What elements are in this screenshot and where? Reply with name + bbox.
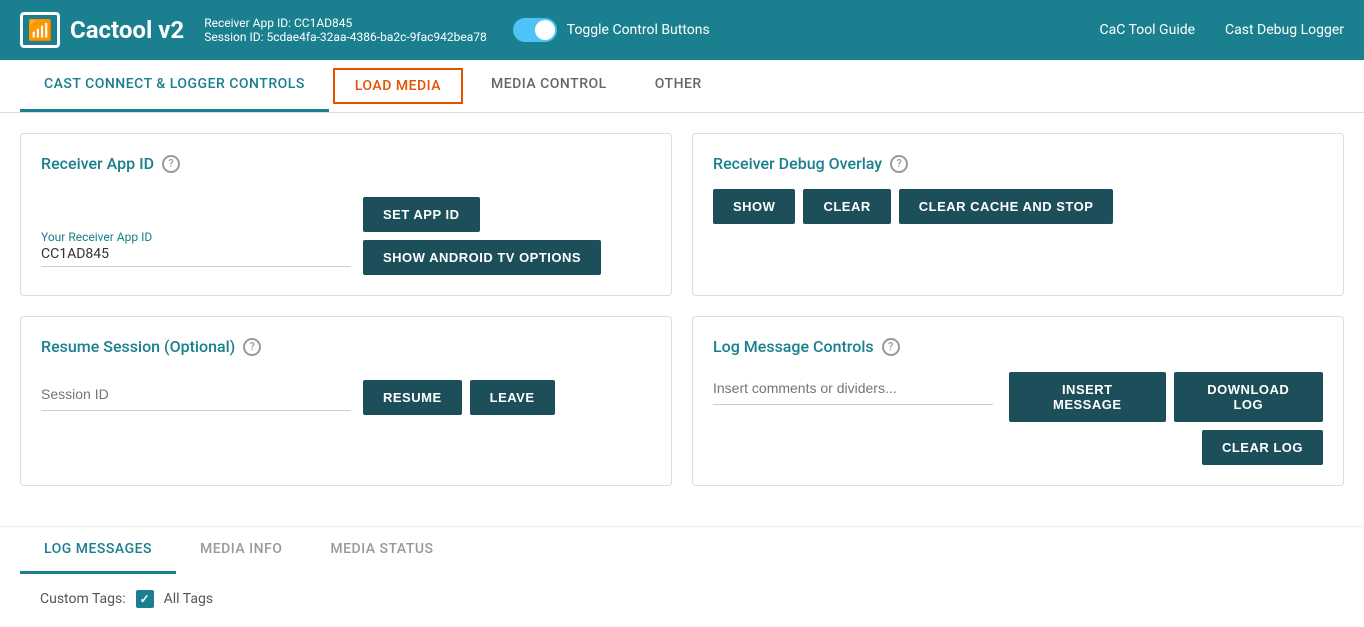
resume-session-title: Resume Session (Optional) ? — [41, 337, 651, 356]
set-app-id-button[interactable]: SET APP ID — [363, 197, 480, 232]
log-buttons-row2: CLEAR LOG — [1202, 430, 1323, 465]
logo-text: Cactool v2 — [70, 16, 184, 44]
app-header: 📶 Cactool v2 Receiver App ID: CC1AD845 S… — [0, 0, 1364, 60]
receiver-app-id-buttons: SET APP ID SHOW ANDROID TV OPTIONS — [363, 197, 651, 275]
leave-button[interactable]: LEAVE — [470, 380, 555, 415]
resume-session-card: Resume Session (Optional) ? RESUME LEAVE — [20, 316, 672, 486]
bottom-tab-media-status[interactable]: MEDIA STATUS — [306, 527, 457, 574]
log-message-input[interactable] — [713, 372, 993, 405]
log-message-controls-title: Log Message Controls ? — [713, 337, 1323, 356]
bottom-section: LOG MESSAGES MEDIA INFO MEDIA STATUS Cus… — [0, 526, 1364, 624]
clear-button[interactable]: CLEAR — [803, 189, 890, 224]
tab-load-media[interactable]: LOAD MEDIA — [333, 68, 463, 104]
resume-session-help-icon[interactable]: ? — [243, 338, 261, 356]
tab-media-control[interactable]: MEDIA CONTROL — [467, 60, 631, 112]
receiver-app-id-title: Receiver App ID ? — [41, 154, 651, 173]
main-content: Receiver App ID ? Your Receiver App ID C… — [0, 113, 1364, 526]
receiver-app-id-input-label: Your Receiver App ID — [41, 230, 351, 244]
log-controls-right: INSERT MESSAGE DOWNLOAD LOG CLEAR LOG — [1009, 372, 1323, 465]
log-message-content: INSERT MESSAGE DOWNLOAD LOG CLEAR LOG — [713, 372, 1323, 465]
main-tabs: CAST CONNECT & LOGGER CONTROLS LOAD MEDI… — [0, 60, 1364, 113]
logo: 📶 Cactool v2 — [20, 12, 184, 48]
receiver-app-id-input-group: Your Receiver App ID CC1AD845 — [41, 230, 351, 275]
resume-session-content: RESUME LEAVE — [41, 372, 651, 415]
toggle-section: Toggle Control Buttons — [513, 18, 710, 42]
receiver-app-id-help-icon[interactable]: ? — [162, 155, 180, 173]
resume-session-buttons: RESUME LEAVE — [363, 380, 555, 415]
log-message-controls-card: Log Message Controls ? INSERT MESSAGE DO… — [692, 316, 1344, 486]
toggle-switch[interactable] — [513, 18, 557, 42]
session-id-input[interactable] — [41, 378, 351, 411]
tab-other[interactable]: OTHER — [631, 60, 726, 112]
log-message-help-icon[interactable]: ? — [882, 338, 900, 356]
show-android-tv-options-button[interactable]: SHOW ANDROID TV OPTIONS — [363, 240, 601, 275]
bottom-cards-row: Resume Session (Optional) ? RESUME LEAVE… — [20, 316, 1344, 486]
custom-tags-label: Custom Tags: — [40, 591, 126, 607]
receiver-debug-overlay-title: Receiver Debug Overlay ? — [713, 154, 1323, 173]
receiver-debug-help-icon[interactable]: ? — [890, 155, 908, 173]
bottom-tabs: LOG MESSAGES MEDIA INFO MEDIA STATUS — [20, 527, 1344, 574]
download-log-button[interactable]: DOWNLOAD LOG — [1174, 372, 1323, 422]
header-info: Receiver App ID: CC1AD845 Session ID: 5c… — [204, 16, 487, 44]
receiver-app-id-value: CC1AD845 — [41, 246, 351, 267]
wifi-icon: 📶 — [28, 18, 53, 42]
custom-tags-row: Custom Tags: All Tags — [20, 574, 1344, 624]
cac-tool-guide-link[interactable]: CaC Tool Guide — [1100, 22, 1196, 38]
tab-cast-connect[interactable]: CAST CONNECT & LOGGER CONTROLS — [20, 60, 329, 112]
receiver-app-id-card: Receiver App ID ? Your Receiver App ID C… — [20, 133, 672, 296]
receiver-debug-buttons: SHOW CLEAR CLEAR CACHE AND STOP — [713, 189, 1323, 224]
log-buttons-row1: INSERT MESSAGE DOWNLOAD LOG — [1009, 372, 1323, 422]
resume-button[interactable]: RESUME — [363, 380, 462, 415]
logo-icon: 📶 — [20, 12, 60, 48]
session-id-header: Session ID: 5cdae4fa-32aa-4386-ba2c-9fac… — [204, 30, 487, 44]
show-button[interactable]: SHOW — [713, 189, 795, 224]
clear-log-button[interactable]: CLEAR LOG — [1202, 430, 1323, 465]
insert-message-button[interactable]: INSERT MESSAGE — [1009, 372, 1166, 422]
cast-debug-logger-link[interactable]: Cast Debug Logger — [1225, 22, 1344, 38]
all-tags-checkbox[interactable] — [136, 590, 154, 608]
toggle-label: Toggle Control Buttons — [567, 22, 710, 38]
top-cards-row: Receiver App ID ? Your Receiver App ID C… — [20, 133, 1344, 296]
bottom-tab-log-messages[interactable]: LOG MESSAGES — [20, 527, 176, 574]
receiver-debug-overlay-card: Receiver Debug Overlay ? SHOW CLEAR CLEA… — [692, 133, 1344, 296]
receiver-app-id-content: Your Receiver App ID CC1AD845 SET APP ID… — [41, 189, 651, 275]
bottom-tab-media-info[interactable]: MEDIA INFO — [176, 527, 306, 574]
header-nav: CaC Tool Guide Cast Debug Logger — [1100, 22, 1345, 38]
all-tags-label: All Tags — [164, 591, 213, 607]
receiver-app-id-header: Receiver App ID: CC1AD845 — [204, 16, 487, 30]
clear-cache-stop-button[interactable]: CLEAR CACHE AND STOP — [899, 189, 1114, 224]
